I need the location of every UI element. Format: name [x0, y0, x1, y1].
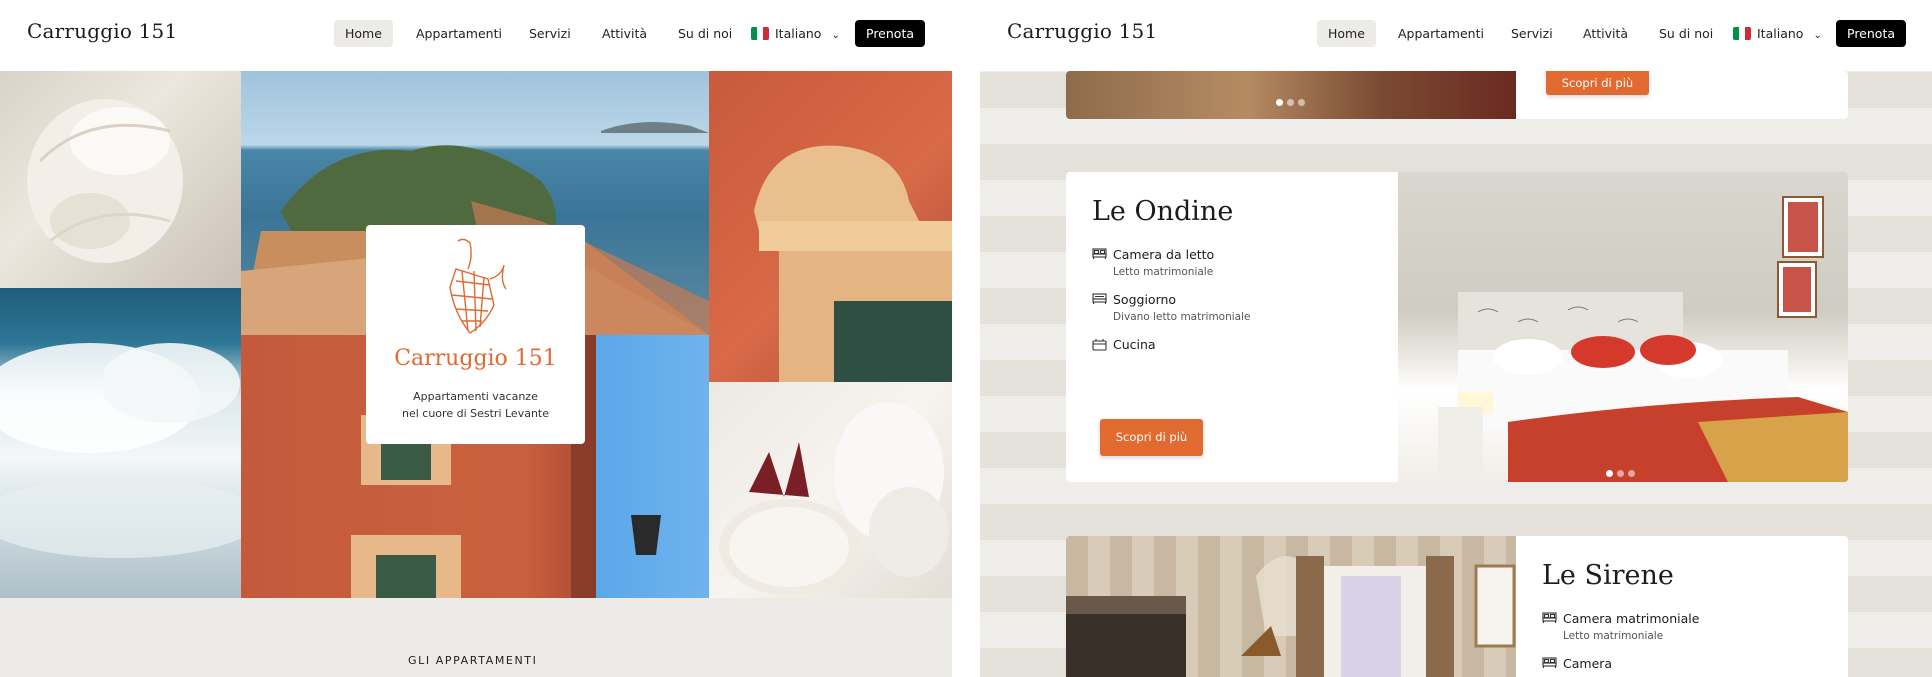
hero-card: Carruggio 151 Appartamenti vacanze nel c… [366, 225, 585, 444]
chevron-down-icon: ⌄ [1813, 30, 1822, 41]
dolphin-fresco-photo [709, 71, 952, 382]
stone-sculpture-photo [0, 71, 241, 288]
apartment-card-previous: Scopri di più [1066, 71, 1848, 119]
apartment-card-le-sirene: Le Sirene Camera matrimoniale Letto matr… [1066, 536, 1848, 677]
carousel-dot[interactable] [1617, 470, 1624, 477]
apartment-photo-previous[interactable] [1066, 71, 1516, 119]
nav-home[interactable]: Home [1317, 20, 1376, 47]
carousel-dots [1606, 462, 1639, 481]
room-name: Camera da letto [1113, 247, 1215, 262]
carousel-dots [1276, 91, 1309, 110]
apartment-title: Le Ondine [1092, 196, 1234, 227]
carousel-dot[interactable] [1298, 99, 1305, 106]
kitchen-icon [1092, 339, 1107, 351]
apartment-title: Le Sirene [1542, 560, 1674, 591]
book-button[interactable]: Prenota [855, 20, 926, 47]
bed-icon [1542, 612, 1557, 623]
site-logo[interactable]: Carruggio 151 [27, 19, 177, 43]
nav-about[interactable]: Su di noi [678, 20, 732, 47]
bed-icon [1542, 657, 1557, 668]
carousel-dot[interactable] [1606, 470, 1613, 477]
nav-apartments[interactable]: Appartamenti [416, 20, 502, 47]
italian-flag-icon [751, 27, 769, 40]
discover-more-button-previous[interactable]: Scopri di più [1546, 71, 1649, 95]
nav-activities[interactable]: Attività [1583, 20, 1628, 47]
language-label: Italiano [775, 26, 822, 41]
book-button[interactable]: Prenota [1836, 20, 1907, 47]
carousel-dot[interactable] [1287, 99, 1294, 106]
fishing-net-logo-icon [449, 238, 507, 334]
nav-services[interactable]: Servizi [529, 20, 571, 47]
nav-about[interactable]: Su di noi [1659, 20, 1713, 47]
apartment-card-le-ondine: Le Ondine Camera da letto Letto matrimon… [1066, 172, 1848, 482]
language-label: Italiano [1757, 26, 1804, 41]
language-selector[interactable]: Italiano ⌄ [1733, 20, 1822, 47]
coral-and-shell-photo [709, 382, 952, 598]
discover-more-button[interactable]: Scopri di più [1100, 419, 1203, 456]
language-selector[interactable]: Italiano ⌄ [751, 20, 840, 47]
site-header: Carruggio 151 Home Appartamenti Servizi … [980, 0, 1932, 71]
apartments-panel: Carruggio 151 Home Appartamenti Servizi … [980, 0, 1932, 677]
room-detail: Letto matrimoniale [1563, 630, 1664, 642]
nav-apartments[interactable]: Appartamenti [1398, 20, 1484, 47]
apartment-photo-le-ondine[interactable] [1398, 172, 1848, 482]
bed-icon [1092, 248, 1107, 259]
italian-flag-icon [1733, 27, 1751, 40]
section-heading: GLI APPARTAMENTI [408, 654, 538, 667]
room-name: Camera [1563, 656, 1613, 671]
site-header: Carruggio 151 Home Appartamenti Servizi … [0, 0, 952, 71]
site-logo[interactable]: Carruggio 151 [1007, 19, 1157, 43]
hero-subtitle-line2: nel cuore di Sestri Levante [402, 407, 549, 420]
hero-subtitle-line1: Appartamenti vacanze [413, 390, 538, 403]
hero-title: Carruggio 151 [394, 346, 557, 371]
room-name: Soggiorno [1113, 292, 1177, 307]
room-name: Cucina [1113, 337, 1156, 352]
apartment-photo-le-sirene[interactable] [1066, 536, 1516, 677]
homepage-panel: Carruggio 151 Home Appartamenti Servizi … [0, 0, 952, 677]
room-detail: Divano letto matrimoniale [1113, 311, 1251, 323]
carousel-dot[interactable] [1628, 470, 1635, 477]
chevron-down-icon: ⌄ [831, 30, 840, 41]
nav-services[interactable]: Servizi [1511, 20, 1553, 47]
nav-activities[interactable]: Attività [602, 20, 647, 47]
carousel-dot[interactable] [1276, 99, 1283, 106]
room-name: Camera matrimoniale [1563, 611, 1700, 626]
nav-home[interactable]: Home [334, 20, 393, 47]
room-detail: Letto matrimoniale [1113, 266, 1214, 278]
sea-wave-photo [0, 288, 241, 598]
sofa-bed-icon [1092, 293, 1107, 304]
